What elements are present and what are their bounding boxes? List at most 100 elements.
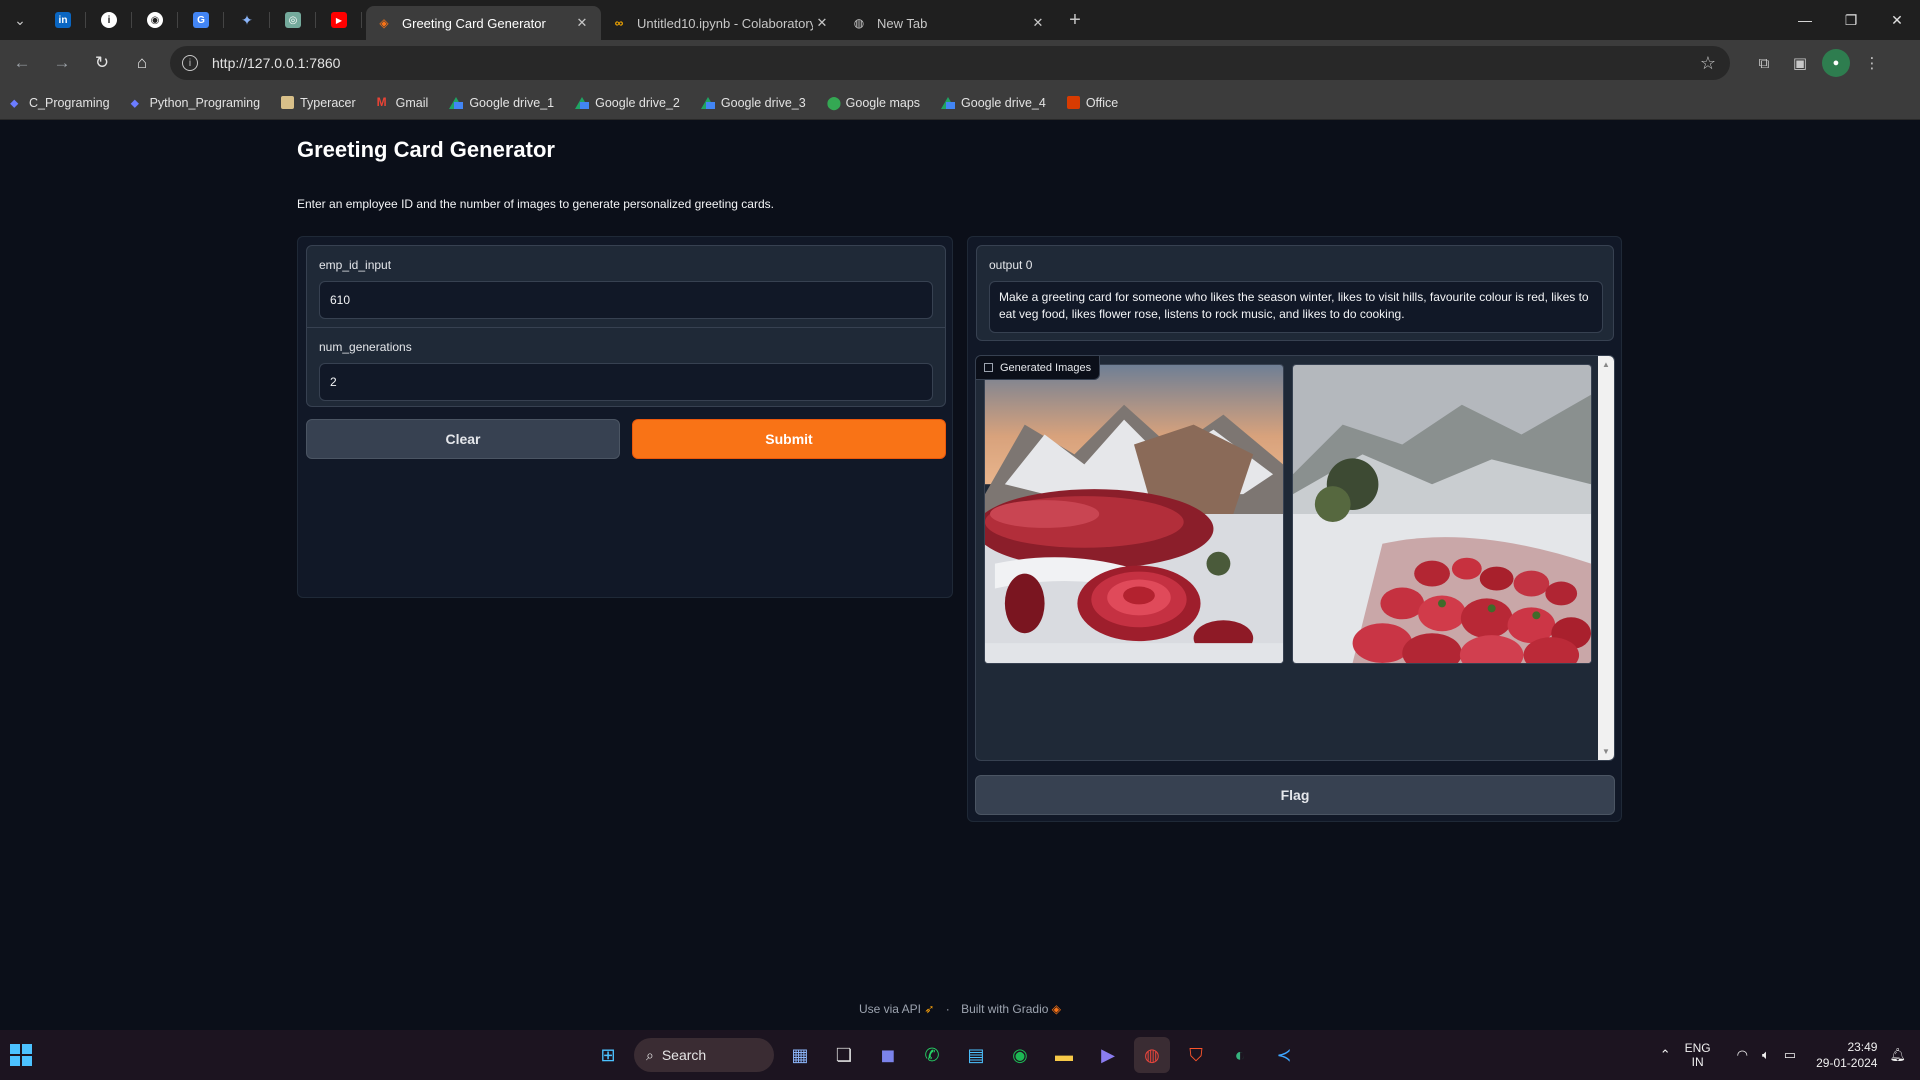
bookmark-google-drive-3[interactable]: Google drive_3 xyxy=(700,96,806,110)
bookmark-google-drive-2[interactable]: Google drive_2 xyxy=(575,96,680,110)
bookmark-office[interactable]: Office xyxy=(1066,96,1118,110)
tab-greeting-card[interactable]: ◈ Greeting Card Generator ✕ xyxy=(366,6,601,40)
windows-start-icon[interactable] xyxy=(10,1044,32,1066)
gallery-scrollbar[interactable]: ▲ ▼ xyxy=(1598,356,1614,760)
bookmark-gmail[interactable]: M Gmail xyxy=(377,96,429,110)
pinned-tab-linkedin[interactable]: in xyxy=(40,0,86,40)
clear-button[interactable]: Clear xyxy=(306,419,620,459)
minimize-icon[interactable]: — xyxy=(1782,0,1828,40)
translate-icon: G xyxy=(193,12,209,28)
lang-top: ENG xyxy=(1684,1041,1711,1055)
pinned-tab-youtube[interactable]: ▶ xyxy=(316,0,362,40)
bookmark-google-drive-1[interactable]: Google drive_1 xyxy=(449,96,554,110)
close-tab-icon[interactable]: ✕ xyxy=(813,14,831,32)
extensions-icon[interactable]: ⧉ xyxy=(1750,49,1778,77)
prime-video-icon[interactable]: ▶ xyxy=(1090,1037,1126,1073)
bookmark-label: Google maps xyxy=(845,95,921,110)
pinned-tab-chatgpt[interactable]: ◎ xyxy=(270,0,316,40)
bookmark-label: Google drive_1 xyxy=(469,95,555,110)
back-icon[interactable]: ← xyxy=(4,45,40,81)
volume-muted-icon[interactable]: 🔈︎ xyxy=(1762,1047,1770,1063)
generated-image-2[interactable] xyxy=(1292,364,1592,664)
pinned-tab-gemini[interactable]: ✦ xyxy=(224,0,270,40)
forward-icon[interactable]: → xyxy=(44,45,80,81)
vscode-icon[interactable]: ≺ xyxy=(1266,1037,1302,1073)
store-icon[interactable]: ▤ xyxy=(958,1037,994,1073)
window-controls: — ❐ ✕ xyxy=(1782,0,1920,40)
emp-id-input[interactable] xyxy=(319,281,933,319)
taskbar-search[interactable]: ⌕ Search xyxy=(634,1038,774,1072)
google-drive-icon xyxy=(941,96,956,109)
tab-new-tab[interactable]: ◍ New Tab ✕ xyxy=(841,6,1057,40)
site-info-icon[interactable]: i xyxy=(182,55,198,71)
bookmark-python-programing[interactable]: ⬥ Python_Programing xyxy=(131,96,260,111)
tab-title: New Tab xyxy=(877,15,928,31)
page-title: Greeting Card Generator xyxy=(297,137,555,162)
restore-icon[interactable]: ❐ xyxy=(1828,0,1874,40)
search-icon: ⌕ xyxy=(646,1046,654,1063)
gallery-label: Generated Images xyxy=(976,356,1101,380)
generated-image-1[interactable] xyxy=(984,364,1284,664)
output-panel: output 0 Make a greeting card for someon… xyxy=(967,236,1622,822)
task-view-icon[interactable]: ❏ xyxy=(826,1037,862,1073)
edge-icon[interactable]: ◐ xyxy=(1222,1037,1258,1073)
whatsapp-icon[interactable]: ✆ xyxy=(914,1037,950,1073)
pinned-tab-translate[interactable]: G xyxy=(178,0,224,40)
footer: Use via API ➶ · Built with Gradio ◈ xyxy=(0,1002,1920,1016)
windows-logo-icon[interactable]: ⊞ xyxy=(590,1037,626,1073)
num-generations-label: num_generations xyxy=(319,340,412,354)
clock[interactable]: 23:49 29-01-2024 xyxy=(1816,1039,1877,1071)
num-generations-input[interactable] xyxy=(319,363,933,401)
language-indicator[interactable]: ENG IN xyxy=(1685,1041,1711,1069)
bookmark-typeracer[interactable]: Typeracer xyxy=(281,96,356,110)
bookmark-label: Google drive_2 xyxy=(595,95,680,110)
file-explorer-icon[interactable]: ▬ xyxy=(1046,1037,1082,1073)
close-window-icon[interactable]: ✕ xyxy=(1874,0,1920,40)
bookmark-google-drive-4[interactable]: Google drive_4 xyxy=(941,96,1046,110)
chevron-up-icon[interactable]: ⌃ xyxy=(1660,1047,1671,1063)
output-text[interactable]: Make a greeting card for someone who lik… xyxy=(989,281,1603,333)
scroll-down-icon[interactable]: ▼ xyxy=(1602,747,1610,756)
scroll-up-icon[interactable]: ▲ xyxy=(1602,360,1610,369)
clock-date: 29-01-2024 xyxy=(1816,1056,1878,1070)
profile-avatar[interactable]: ● xyxy=(1822,49,1850,77)
google-drive-icon xyxy=(700,96,715,109)
bookmark-c-programing[interactable]: ⬥ C_Programing xyxy=(10,96,110,111)
rose-mountain-image xyxy=(985,365,1283,663)
google-drive-icon xyxy=(575,96,590,109)
tab-colab[interactable]: ∞ Untitled10.ipynb - Colaboratory ✕ xyxy=(601,6,841,40)
use-via-api-link[interactable]: Use via API xyxy=(859,1002,921,1016)
built-with-gradio-link[interactable]: Built with Gradio xyxy=(961,1002,1048,1016)
bookmarks-bar: ⬥ C_Programing ⬥ Python_Programing Typerac… xyxy=(0,86,1920,120)
brave-icon[interactable]: ⛉ xyxy=(1178,1037,1214,1073)
notification-bell-icon[interactable]: 🔔︎ xyxy=(1889,1047,1906,1063)
input-form: emp_id_input num_generations xyxy=(306,245,946,407)
chrome-icon[interactable]: ◍ xyxy=(1134,1037,1170,1073)
side-panel-icon[interactable]: ▣ xyxy=(1786,49,1814,77)
spotify-icon[interactable]: ◉ xyxy=(1002,1037,1038,1073)
office-icon xyxy=(1066,96,1080,109)
info-icon: i xyxy=(101,12,117,28)
widgets-icon[interactable]: ▦ xyxy=(782,1037,818,1073)
browser-menu-icon[interactable]: ⋮ xyxy=(1858,49,1886,77)
pinned-tab-info[interactable]: i xyxy=(86,0,132,40)
pinned-tab-github[interactable]: ◉ xyxy=(132,0,178,40)
reload-icon[interactable]: ↻ xyxy=(84,45,120,81)
address-bar[interactable]: i http://127.0.0.1:7860 ☆ xyxy=(170,46,1730,80)
tab-search-icon[interactable]: ⌄ xyxy=(0,0,40,40)
submit-button[interactable]: Submit xyxy=(632,419,946,459)
flag-button[interactable]: Flag xyxy=(975,775,1615,815)
emp-id-field: emp_id_input xyxy=(307,246,945,327)
home-icon[interactable]: ⌂ xyxy=(124,45,160,81)
new-tab-button[interactable]: + xyxy=(1057,0,1093,40)
battery-icon[interactable]: ▭ xyxy=(1784,1047,1796,1063)
meet-icon[interactable]: ◼ xyxy=(870,1037,906,1073)
taskbar-search-label: Search xyxy=(661,1047,707,1063)
wifi-icon[interactable]: ◠ xyxy=(1737,1047,1748,1063)
bookmark-star-icon[interactable]: ☆ xyxy=(1700,53,1716,74)
close-tab-icon[interactable]: ✕ xyxy=(1029,14,1047,32)
bookmark-google-maps[interactable]: ⬤ Google maps xyxy=(827,96,920,110)
close-tab-icon[interactable]: ✕ xyxy=(573,14,591,32)
clock-time: 23:49 xyxy=(1847,1040,1878,1054)
system-tray: ⌃ ENG IN ◠ 🔈︎ ▭ 23:49 29-01-2024 🔔︎ xyxy=(1660,1030,1920,1080)
